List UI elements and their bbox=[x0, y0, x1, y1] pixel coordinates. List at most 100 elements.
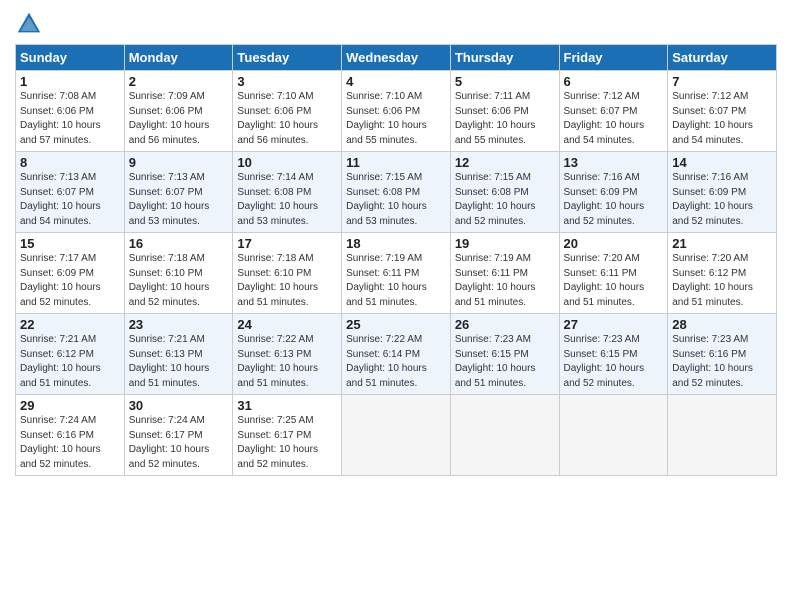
calendar-day-cell: 18 Sunrise: 7:19 AMSunset: 6:11 PMDayligh… bbox=[342, 233, 451, 314]
weekday-header-thursday: Thursday bbox=[450, 45, 559, 71]
calendar-day-cell: 5Sunrise: 7:11 AMSunset: 6:06 PMDaylight… bbox=[450, 71, 559, 152]
calendar-day-cell: 6 Sunrise: 7:12 AMSunset: 6:07 PMDaylight… bbox=[559, 71, 668, 152]
calendar-day-cell: 30Sunrise: 7:24 AMSunset: 6:17 PMDayligh… bbox=[124, 395, 233, 476]
day-number: 17 bbox=[237, 236, 337, 251]
day-info: Sunrise: 7:10 AMSunset: 6:06 PMDaylight:… bbox=[237, 91, 318, 146]
calendar-day-cell: 27 Sunrise: 7:23 AMSunset: 6:15 PMDayligh… bbox=[559, 314, 668, 395]
day-number: 6 bbox=[564, 74, 664, 89]
calendar-day-cell: 12 Sunrise: 7:15 AMSunset: 6:08 PMDayligh… bbox=[450, 152, 559, 233]
day-number: 1 bbox=[20, 74, 120, 89]
calendar-week-row: 8 Sunrise: 7:13 AMSunset: 6:07 PMDaylight… bbox=[16, 152, 777, 233]
header bbox=[15, 10, 777, 38]
day-number: 25 bbox=[346, 317, 446, 332]
calendar-day-cell: 13 Sunrise: 7:16 AMSunset: 6:09 PMDayligh… bbox=[559, 152, 668, 233]
day-info: Sunrise: 7:12 AMSunset: 6:07 PMDaylight:… bbox=[564, 91, 645, 146]
calendar-day-cell: 20Sunrise: 7:20 AMSunset: 6:11 PMDayligh… bbox=[559, 233, 668, 314]
day-info: Sunrise: 7:19 AMSunset: 6:11 PMDaylight:… bbox=[455, 253, 536, 308]
day-info: Sunrise: 7:12 AMSunset: 6:07 PMDaylight:… bbox=[672, 91, 753, 146]
day-number: 3 bbox=[237, 74, 337, 89]
day-info: Sunrise: 7:17 AMSunset: 6:09 PMDaylight:… bbox=[20, 253, 101, 308]
day-number: 18 bbox=[346, 236, 446, 251]
calendar-day-cell: 28 Sunrise: 7:23 AMSunset: 6:16 PMDayligh… bbox=[668, 314, 777, 395]
day-info: Sunrise: 7:16 AMSunset: 6:09 PMDaylight:… bbox=[672, 172, 753, 227]
logo-icon bbox=[15, 10, 43, 38]
day-info: Sunrise: 7:14 AMSunset: 6:08 PMDaylight:… bbox=[237, 172, 318, 227]
day-info: Sunrise: 7:22 AMSunset: 6:13 PMDaylight:… bbox=[237, 334, 318, 389]
day-info: Sunrise: 7:13 AMSunset: 6:07 PMDaylight:… bbox=[20, 172, 101, 227]
day-info: Sunrise: 7:16 AMSunset: 6:09 PMDaylight:… bbox=[564, 172, 645, 227]
day-number: 27 bbox=[564, 317, 664, 332]
weekday-header-tuesday: Tuesday bbox=[233, 45, 342, 71]
calendar-day-cell: 16 Sunrise: 7:18 AMSunset: 6:10 PMDayligh… bbox=[124, 233, 233, 314]
day-number: 29 bbox=[20, 398, 120, 413]
day-info: Sunrise: 7:23 AMSunset: 6:15 PMDaylight:… bbox=[564, 334, 645, 389]
day-number: 7 bbox=[672, 74, 772, 89]
calendar-day-cell: 22 Sunrise: 7:21 AMSunset: 6:12 PMDayligh… bbox=[16, 314, 125, 395]
day-info: Sunrise: 7:18 AMSunset: 6:10 PMDaylight:… bbox=[129, 253, 210, 308]
day-info: Sunrise: 7:25 AMSunset: 6:17 PMDaylight:… bbox=[237, 415, 318, 470]
calendar-day-cell: 15Sunrise: 7:17 AMSunset: 6:09 PMDayligh… bbox=[16, 233, 125, 314]
weekday-header-sunday: Sunday bbox=[16, 45, 125, 71]
day-info: Sunrise: 7:09 AMSunset: 6:06 PMDaylight:… bbox=[129, 91, 210, 146]
calendar-day-cell: 24 Sunrise: 7:22 AMSunset: 6:13 PMDayligh… bbox=[233, 314, 342, 395]
calendar-day-cell: 17 Sunrise: 7:18 AMSunset: 6:10 PMDayligh… bbox=[233, 233, 342, 314]
day-number: 28 bbox=[672, 317, 772, 332]
calendar-day-cell: 14 Sunrise: 7:16 AMSunset: 6:09 PMDayligh… bbox=[668, 152, 777, 233]
calendar-day-cell bbox=[450, 395, 559, 476]
calendar-day-cell: 10 Sunrise: 7:14 AMSunset: 6:08 PMDayligh… bbox=[233, 152, 342, 233]
day-info: Sunrise: 7:15 AMSunset: 6:08 PMDaylight:… bbox=[455, 172, 536, 227]
day-number: 4 bbox=[346, 74, 446, 89]
calendar-table: SundayMondayTuesdayWednesdayThursdayFrid… bbox=[15, 44, 777, 476]
day-info: Sunrise: 7:21 AMSunset: 6:12 PMDaylight:… bbox=[20, 334, 101, 389]
day-number: 23 bbox=[129, 317, 229, 332]
day-info: Sunrise: 7:19 AMSunset: 6:11 PMDaylight:… bbox=[346, 253, 427, 308]
day-info: Sunrise: 7:20 AMSunset: 6:12 PMDaylight:… bbox=[672, 253, 753, 308]
day-number: 21 bbox=[672, 236, 772, 251]
calendar-week-row: 1 Sunrise: 7:08 AMSunset: 6:06 PMDaylight… bbox=[16, 71, 777, 152]
day-number: 22 bbox=[20, 317, 120, 332]
calendar-day-cell: 1 Sunrise: 7:08 AMSunset: 6:06 PMDaylight… bbox=[16, 71, 125, 152]
calendar-day-cell: 11 Sunrise: 7:15 AMSunset: 6:08 PMDayligh… bbox=[342, 152, 451, 233]
calendar-day-cell bbox=[559, 395, 668, 476]
calendar-day-cell bbox=[668, 395, 777, 476]
day-number: 19 bbox=[455, 236, 555, 251]
calendar-day-cell: 4Sunrise: 7:10 AMSunset: 6:06 PMDaylight… bbox=[342, 71, 451, 152]
calendar-week-row: 22 Sunrise: 7:21 AMSunset: 6:12 PMDayligh… bbox=[16, 314, 777, 395]
day-number: 31 bbox=[237, 398, 337, 413]
day-number: 30 bbox=[129, 398, 229, 413]
day-number: 14 bbox=[672, 155, 772, 170]
day-number: 26 bbox=[455, 317, 555, 332]
day-info: Sunrise: 7:15 AMSunset: 6:08 PMDaylight:… bbox=[346, 172, 427, 227]
day-info: Sunrise: 7:22 AMSunset: 6:14 PMDaylight:… bbox=[346, 334, 427, 389]
day-number: 9 bbox=[129, 155, 229, 170]
day-number: 24 bbox=[237, 317, 337, 332]
day-number: 11 bbox=[346, 155, 446, 170]
calendar-day-cell: 21 Sunrise: 7:20 AMSunset: 6:12 PMDayligh… bbox=[668, 233, 777, 314]
calendar-container: SundayMondayTuesdayWednesdayThursdayFrid… bbox=[0, 0, 792, 486]
day-info: Sunrise: 7:20 AMSunset: 6:11 PMDaylight:… bbox=[564, 253, 645, 308]
day-number: 16 bbox=[129, 236, 229, 251]
day-number: 10 bbox=[237, 155, 337, 170]
day-number: 12 bbox=[455, 155, 555, 170]
calendar-week-row: 29 Sunrise: 7:24 AMSunset: 6:16 PMDayligh… bbox=[16, 395, 777, 476]
weekday-header-wednesday: Wednesday bbox=[342, 45, 451, 71]
day-number: 8 bbox=[20, 155, 120, 170]
day-info: Sunrise: 7:13 AMSunset: 6:07 PMDaylight:… bbox=[129, 172, 210, 227]
day-number: 13 bbox=[564, 155, 664, 170]
calendar-day-cell: 19 Sunrise: 7:19 AMSunset: 6:11 PMDayligh… bbox=[450, 233, 559, 314]
weekday-header-saturday: Saturday bbox=[668, 45, 777, 71]
day-info: Sunrise: 7:08 AMSunset: 6:06 PMDaylight:… bbox=[20, 91, 101, 146]
day-info: Sunrise: 7:23 AMSunset: 6:16 PMDaylight:… bbox=[672, 334, 753, 389]
calendar-day-cell: 31 Sunrise: 7:25 AMSunset: 6:17 PMDayligh… bbox=[233, 395, 342, 476]
day-info: Sunrise: 7:24 AMSunset: 6:16 PMDaylight:… bbox=[20, 415, 101, 470]
day-info: Sunrise: 7:11 AMSunset: 6:06 PMDaylight:… bbox=[455, 91, 536, 146]
calendar-day-cell: 29 Sunrise: 7:24 AMSunset: 6:16 PMDayligh… bbox=[16, 395, 125, 476]
logo bbox=[15, 10, 47, 38]
calendar-day-cell: 25 Sunrise: 7:22 AMSunset: 6:14 PMDayligh… bbox=[342, 314, 451, 395]
day-number: 2 bbox=[129, 74, 229, 89]
calendar-day-cell: 2 Sunrise: 7:09 AMSunset: 6:06 PMDaylight… bbox=[124, 71, 233, 152]
day-info: Sunrise: 7:18 AMSunset: 6:10 PMDaylight:… bbox=[237, 253, 318, 308]
day-info: Sunrise: 7:23 AMSunset: 6:15 PMDaylight:… bbox=[455, 334, 536, 389]
calendar-day-cell: 9 Sunrise: 7:13 AMSunset: 6:07 PMDaylight… bbox=[124, 152, 233, 233]
weekday-header-friday: Friday bbox=[559, 45, 668, 71]
